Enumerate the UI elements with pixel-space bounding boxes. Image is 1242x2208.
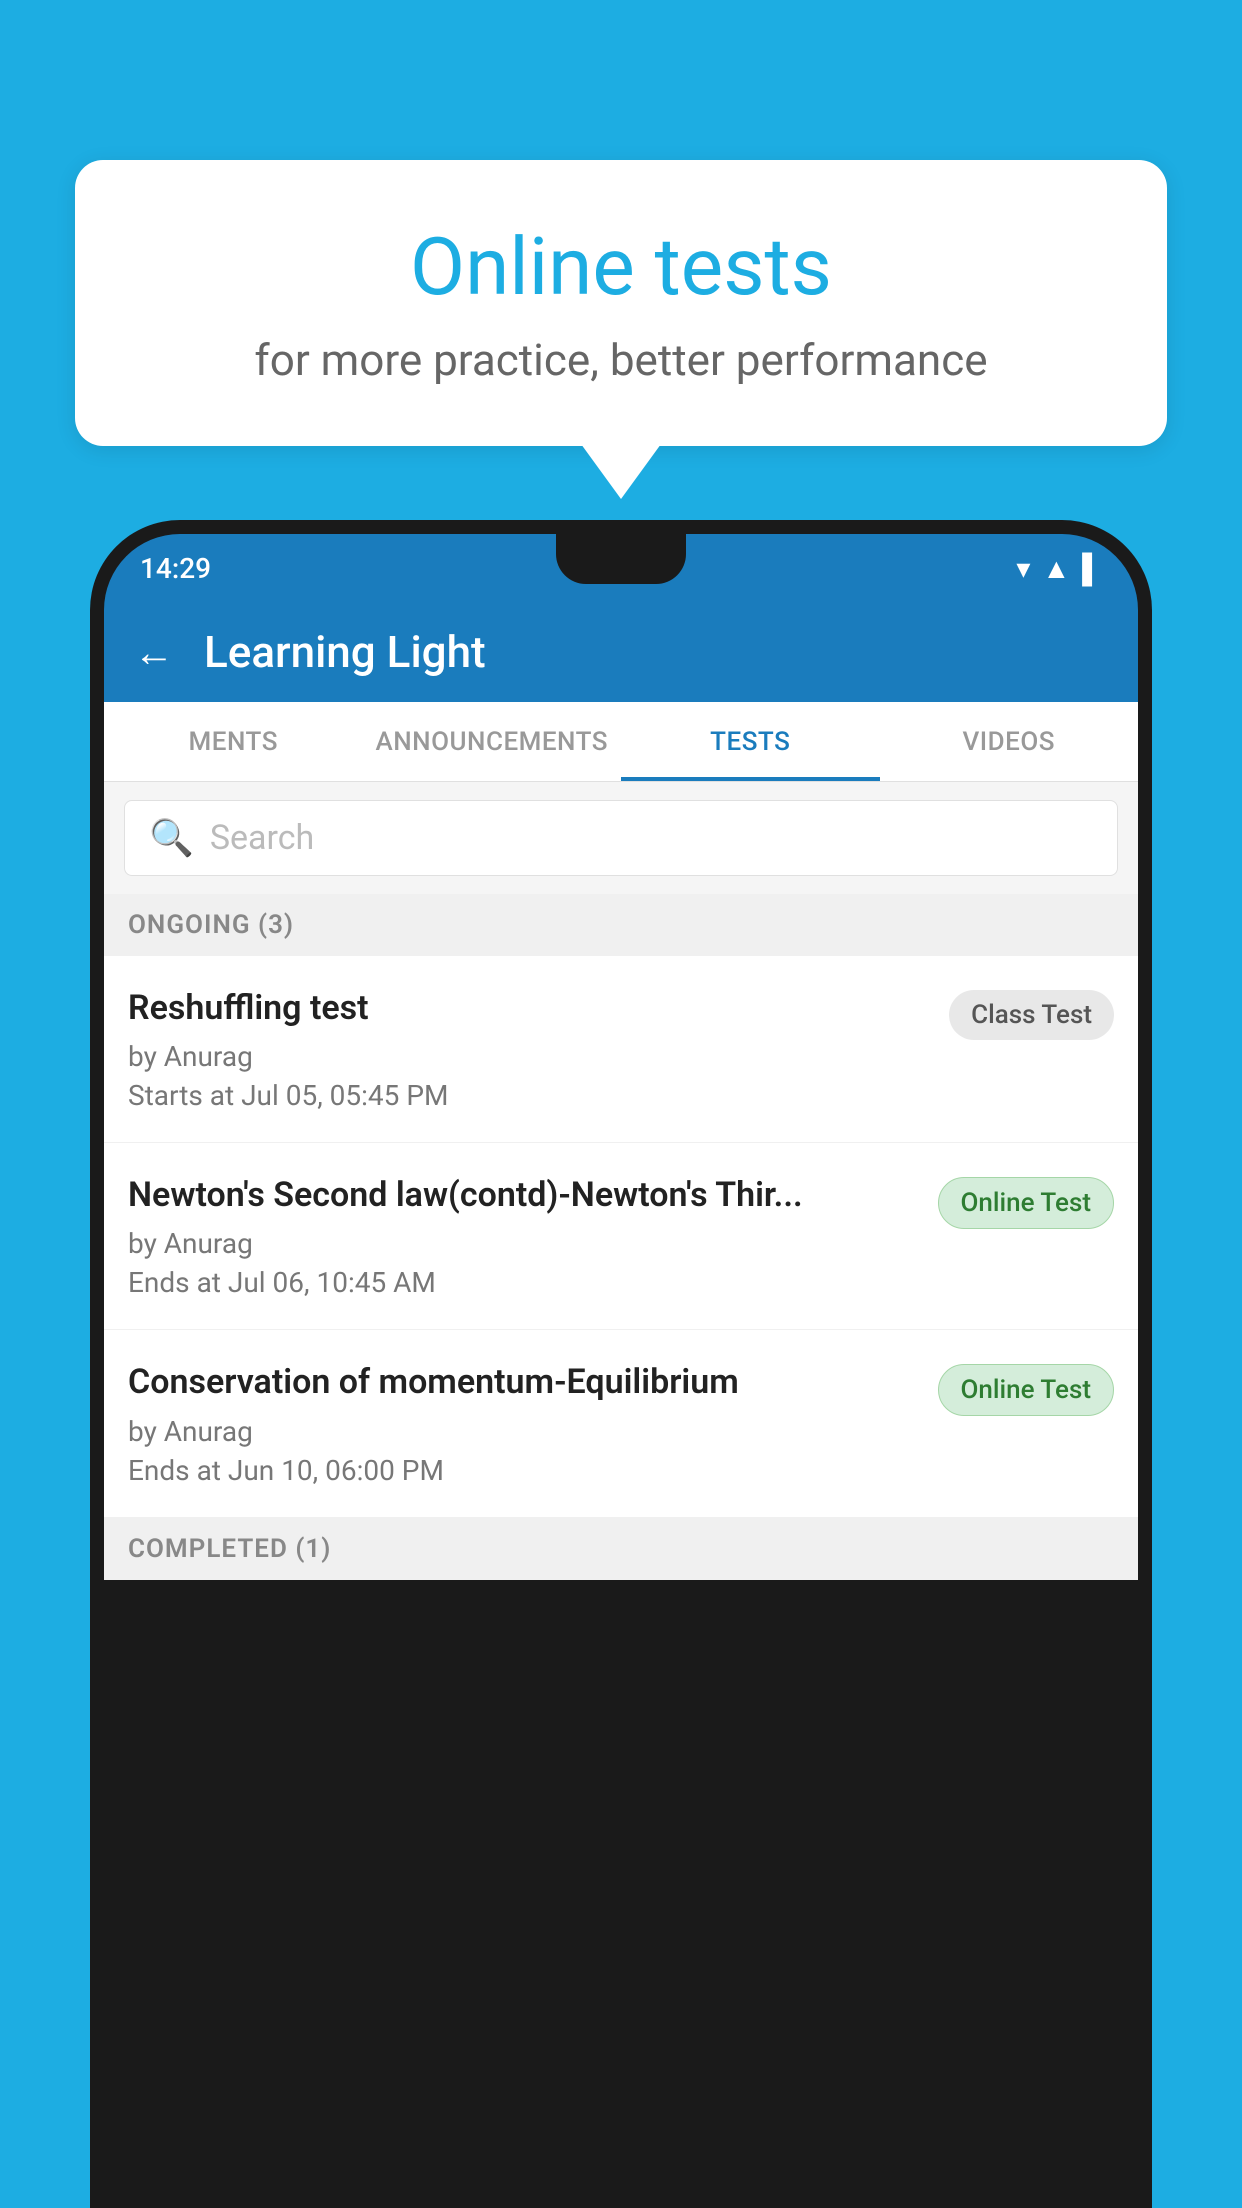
tab-bar: MENTS ANNOUNCEMENTS TESTS VIDEOS <box>104 702 1138 782</box>
ongoing-section-header: ONGOING (3) <box>104 894 1138 956</box>
test-info-reshuffling: Reshuffling test by Anurag Starts at Jul… <box>128 986 949 1112</box>
signal-icon: ▲ <box>1042 552 1070 585</box>
tab-videos[interactable]: VIDEOS <box>880 702 1139 781</box>
test-date-conservation: Ends at Jun 10, 06:00 PM <box>128 1454 918 1487</box>
search-placeholder: Search <box>210 818 314 858</box>
test-item-conservation[interactable]: Conservation of momentum-Equilibrium by … <box>104 1330 1138 1517</box>
tab-announcements[interactable]: ANNOUNCEMENTS <box>363 702 622 781</box>
test-badge-conservation: Online Test <box>938 1364 1115 1416</box>
speech-bubble-container: Online tests for more practice, better p… <box>75 160 1167 499</box>
search-bar-container: 🔍 Search <box>104 782 1138 894</box>
search-input-wrapper[interactable]: 🔍 Search <box>124 800 1118 876</box>
back-button[interactable]: ← <box>134 629 174 676</box>
speech-bubble-subtitle: for more practice, better performance <box>145 334 1097 386</box>
test-info-conservation: Conservation of momentum-Equilibrium by … <box>128 1360 938 1486</box>
status-icons: ▾ ▲ ▌ <box>1016 552 1102 585</box>
speech-bubble: Online tests for more practice, better p… <box>75 160 1167 446</box>
status-bar: 14:29 ▾ ▲ ▌ <box>104 534 1138 602</box>
phone-frame: 14:29 ▾ ▲ ▌ ← Learning Light MENTS ANNOU… <box>90 520 1152 2208</box>
test-author-newtons: by Anurag <box>128 1227 918 1260</box>
tab-ments[interactable]: MENTS <box>104 702 363 781</box>
completed-section-title: COMPLETED (1) <box>128 1534 331 1564</box>
test-author-conservation: by Anurag <box>128 1415 918 1448</box>
speech-bubble-arrow <box>581 444 661 499</box>
speech-bubble-title: Online tests <box>145 220 1097 314</box>
test-date-reshuffling: Starts at Jul 05, 05:45 PM <box>128 1079 929 1112</box>
battery-icon: ▌ <box>1082 552 1102 585</box>
status-time: 14:29 <box>140 552 211 585</box>
test-item-newtons[interactable]: Newton's Second law(contd)-Newton's Thir… <box>104 1143 1138 1330</box>
wifi-icon: ▾ <box>1016 552 1030 585</box>
app-title: Learning Light <box>204 626 486 678</box>
test-name-conservation: Conservation of momentum-Equilibrium <box>128 1360 918 1404</box>
phone-screen: 🔍 Search ONGOING (3) Reshuffling test by… <box>104 782 1138 1580</box>
tab-tests[interactable]: TESTS <box>621 702 880 781</box>
ongoing-section-title: ONGOING (3) <box>128 910 294 940</box>
test-info-newtons: Newton's Second law(contd)-Newton's Thir… <box>128 1173 938 1299</box>
test-item-reshuffling[interactable]: Reshuffling test by Anurag Starts at Jul… <box>104 956 1138 1143</box>
test-badge-newtons: Online Test <box>938 1177 1115 1229</box>
test-date-newtons: Ends at Jul 06, 10:45 AM <box>128 1266 918 1299</box>
test-badge-reshuffling: Class Test <box>949 990 1114 1040</box>
test-name-reshuffling: Reshuffling test <box>128 986 929 1030</box>
test-author-reshuffling: by Anurag <box>128 1040 929 1073</box>
notch <box>556 534 686 584</box>
phone-inner: 14:29 ▾ ▲ ▌ ← Learning Light MENTS ANNOU… <box>104 534 1138 2208</box>
search-icon: 🔍 <box>149 817 194 859</box>
app-bar: ← Learning Light <box>104 602 1138 702</box>
test-name-newtons: Newton's Second law(contd)-Newton's Thir… <box>128 1173 918 1217</box>
completed-section-header: COMPLETED (1) <box>104 1518 1138 1580</box>
